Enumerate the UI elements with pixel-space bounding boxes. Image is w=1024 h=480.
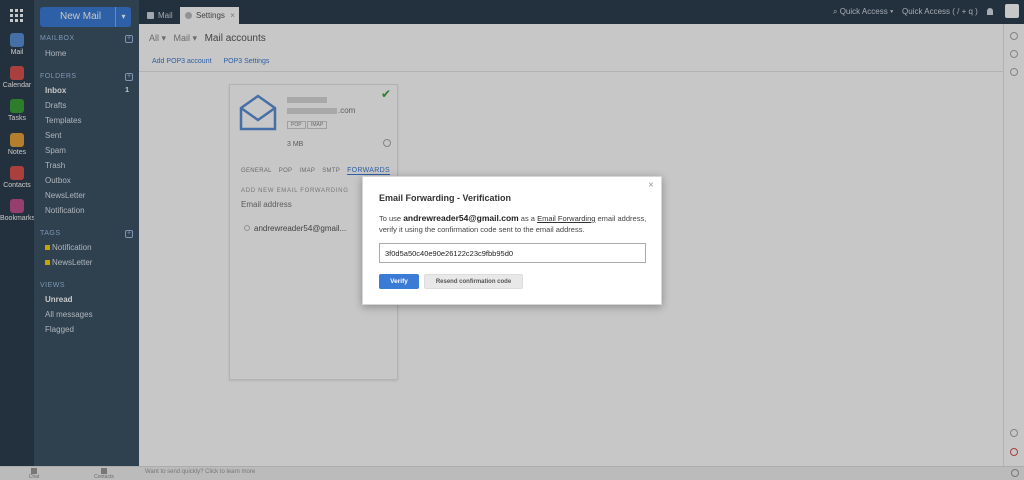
verify-button[interactable]: Verify	[379, 274, 419, 289]
message-prefix: To use	[379, 214, 404, 223]
close-icon[interactable]: ×	[648, 180, 654, 191]
confirmation-code-input[interactable]	[379, 243, 646, 263]
verification-dialog: × Email Forwarding - Verification To use…	[362, 176, 662, 305]
resend-code-button[interactable]: Resend confirmation code	[424, 274, 523, 289]
email-forwarding-link[interactable]: Email Forwarding	[537, 214, 595, 223]
dialog-title: Email Forwarding - Verification	[379, 193, 512, 203]
message-email: andrewreader54@gmail.com	[403, 213, 519, 223]
message-mid: as a	[518, 214, 538, 223]
dialog-message: To use andrewreader54@gmail.com as a Ema…	[379, 213, 651, 235]
